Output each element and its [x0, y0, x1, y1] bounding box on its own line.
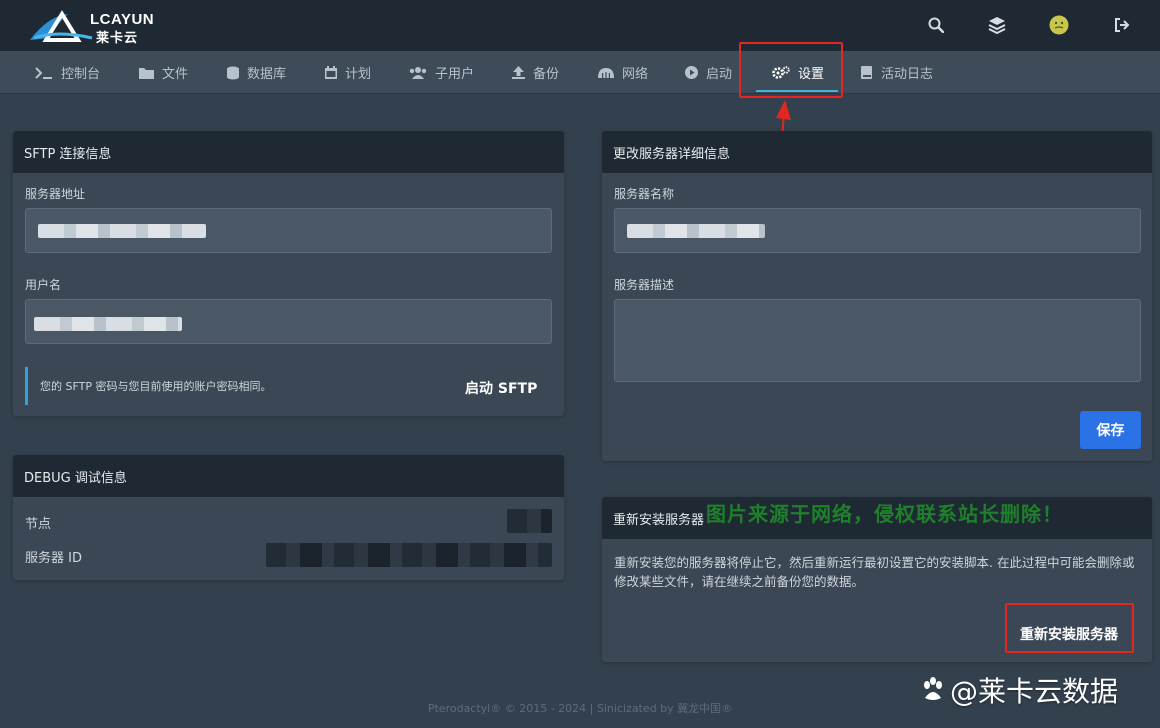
upload-icon: [512, 66, 525, 79]
avatar[interactable]: [1048, 14, 1070, 36]
server-details-card: 更改服务器详细信息: [602, 131, 1152, 461]
watermark-bottom: @莱卡云数据: [920, 670, 1118, 710]
users-icon: [409, 66, 427, 79]
layers-icon[interactable]: [986, 14, 1008, 36]
tab-files[interactable]: 文件: [139, 51, 188, 94]
logout-icon[interactable]: [1111, 14, 1133, 36]
tab-activity[interactable]: 活动日志: [861, 51, 933, 94]
reinstall-description: 重新安装您的服务器将停止它，然后重新运行最初设置它的安装脚本. 在此过程中可能会…: [614, 555, 1135, 589]
tab-backups[interactable]: 备份: [512, 51, 559, 94]
tab-label: 计划: [345, 67, 372, 82]
tab-console[interactable]: 控制台: [35, 51, 100, 94]
calendar-icon: [325, 66, 337, 79]
tab-label: 数据库: [247, 67, 287, 82]
save-button[interactable]: 保存: [1080, 411, 1141, 449]
tab-label: 网络: [622, 67, 649, 82]
tab-label: 备份: [533, 67, 560, 82]
play-icon: [685, 66, 698, 79]
logo-mark-icon: [30, 10, 93, 42]
tab-schedules[interactable]: 计划: [325, 51, 371, 94]
server-name-field[interactable]: [614, 208, 1141, 253]
launch-sftp-button[interactable]: 启动 SFTP: [465, 378, 537, 398]
watermark-notice: 图片来源于网络，侵权联系站长删除！: [706, 502, 1063, 526]
redacted-value: [38, 224, 206, 238]
node-value-redacted: [507, 509, 552, 533]
search-icon[interactable]: [925, 14, 947, 36]
sftp-card: SFTP 连接信息: [13, 131, 564, 416]
server-description-field[interactable]: [614, 299, 1141, 382]
watermark-bottom-text: @莱卡云数据: [950, 675, 1119, 708]
redacted-value: [627, 224, 765, 238]
terminal-icon: [35, 66, 52, 79]
top-header: LCAYUN 莱卡云: [0, 0, 1160, 51]
tab-network[interactable]: 网络: [598, 51, 648, 94]
tab-startup[interactable]: 启动: [685, 51, 732, 94]
card-title: SFTP 连接信息: [13, 131, 564, 173]
server-description-label: 服务器描述: [614, 278, 675, 292]
redacted-value: [34, 317, 182, 331]
brand-name-cn: 莱卡云: [96, 31, 139, 46]
username-field[interactable]: [25, 299, 552, 344]
tab-label: 启动: [706, 67, 733, 82]
tab-users[interactable]: 子用户: [409, 51, 474, 94]
server-name-label: 服务器名称: [614, 187, 675, 201]
sftp-password-note: 您的 SFTP 密码与您目前使用的账户密码相同。: [40, 380, 272, 393]
tab-databases[interactable]: 数据库: [227, 51, 286, 94]
tab-label: 子用户: [435, 67, 475, 82]
server-address-field[interactable]: [25, 208, 552, 253]
paw-icon: [924, 677, 942, 700]
server-nav: 控制台 文件 数据库 计划 子用户 备份 网络 启动 设置 活动日志: [0, 51, 1160, 94]
server-id-label: 服务器 ID: [25, 551, 82, 566]
server-id-value-redacted: [266, 543, 552, 567]
brand-name-en: LCAYUN: [90, 11, 155, 28]
database-icon: [227, 66, 239, 79]
reinstall-server-button[interactable]: 重新安装服务器: [1020, 624, 1118, 644]
info-accent-bar: [25, 367, 28, 405]
network-icon: [598, 68, 614, 78]
highlight-settings-box: [739, 42, 843, 98]
server-address-label: 服务器地址: [25, 187, 86, 201]
tab-label: 文件: [162, 67, 189, 82]
card-title: 更改服务器详细信息: [602, 131, 1152, 173]
brand-logo[interactable]: LCAYUN 莱卡云: [28, 8, 158, 46]
card-title: DEBUG 调试信息: [13, 455, 564, 497]
folder-icon: [139, 67, 154, 79]
book-icon: [861, 66, 872, 79]
node-label: 节点: [25, 517, 52, 532]
username-label: 用户名: [25, 278, 62, 292]
tab-label: 控制台: [61, 67, 101, 82]
tab-label: 活动日志: [881, 67, 934, 82]
